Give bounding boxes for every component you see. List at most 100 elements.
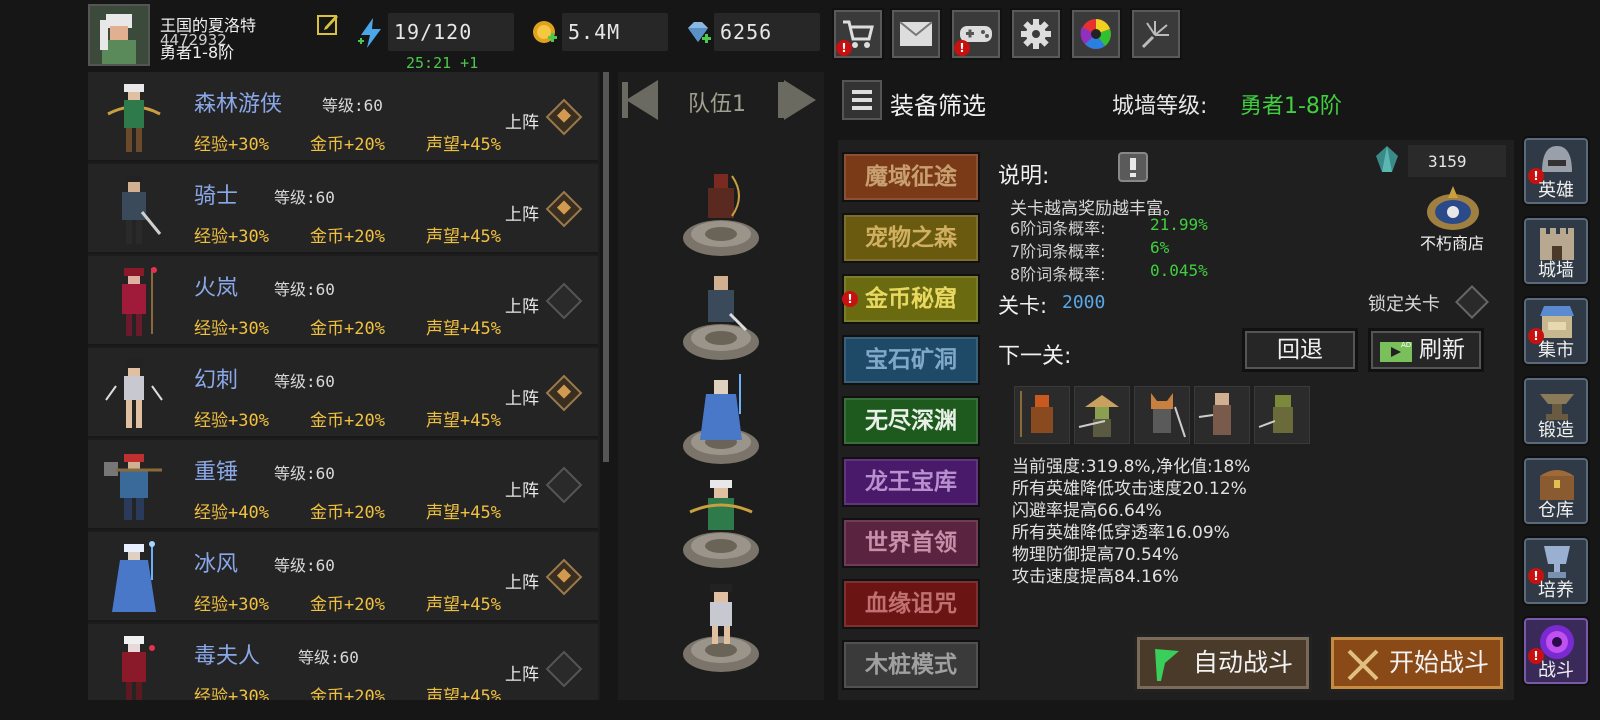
team-slot-1[interactable]: [680, 166, 762, 258]
hero-sprite-knight: [122, 176, 162, 244]
gamepad-button[interactable]: !: [950, 8, 1002, 60]
back-button[interactable]: 回退: [1242, 328, 1358, 372]
sidebar-battle-button[interactable]: ! 战斗: [1522, 616, 1590, 686]
ad-badge-text: AD: [1401, 341, 1411, 349]
mode-button-gold-cave[interactable]: 金币秘窟!: [842, 274, 980, 324]
hero-row[interactable]: 毒夫人 等级:60 经验+30% 金币+20% 声望+45% 上阵: [88, 624, 598, 700]
deploy-label: 上阵: [505, 389, 539, 409]
prob-value: 21.99%: [1150, 215, 1208, 234]
hero-sprite-ranger: [107, 84, 161, 152]
hero-row[interactable]: 骑士 等级:60 经验+30% 金币+20% 声望+45% 上阵: [88, 164, 598, 254]
deploy-toggle[interactable]: [545, 558, 583, 596]
enemy-slot-5[interactable]: [1254, 386, 1310, 444]
mode-button-world-boss[interactable]: 世界首领: [842, 518, 980, 568]
crystal-currency-icon: [1372, 144, 1402, 178]
hero-sprite-ice-wind: [112, 541, 156, 612]
enemy-slot-2[interactable]: [1074, 386, 1130, 444]
sidebar-wall-button[interactable]: 城墙: [1522, 216, 1590, 286]
ad-video-icon: AD: [1380, 341, 1412, 362]
mode-button-endless-abyss[interactable]: 无尽深渊: [842, 396, 980, 446]
deploy-toggle[interactable]: [545, 374, 583, 412]
settings-gear-icon: [1021, 19, 1051, 49]
sidebar-label: 锻造: [1538, 420, 1574, 441]
hero-list-scrollbar[interactable]: [603, 72, 609, 462]
prob-label: 6阶词条概率:: [1010, 219, 1106, 238]
sidebar-forge-button[interactable]: 锻造: [1522, 376, 1590, 446]
immortal-shop-label[interactable]: 不朽商店: [1420, 230, 1484, 254]
hero-sprite-poison-lady: [122, 636, 155, 700]
deploy-toggle[interactable]: [545, 98, 583, 136]
enemy-slot-4[interactable]: [1194, 386, 1250, 444]
edit-name-icon[interactable]: [316, 12, 340, 36]
hero-row[interactable]: 重锤 等级:60 经验+40% 金币+20% 声望+45% 上阵: [88, 440, 598, 530]
team-slot-2[interactable]: [680, 270, 762, 362]
deploy-toggle[interactable]: [545, 190, 583, 228]
deploy-toggle[interactable]: [545, 650, 583, 688]
energy-icon: [358, 18, 384, 52]
hero-level: 等级:60: [274, 556, 335, 575]
hero-row[interactable]: 森林游侠 等级:60 经验+30% 金币+20% 声望+45% 上阵: [88, 72, 598, 162]
hero-gold-bonus: 金币+20%: [310, 411, 385, 431]
mode-button-training-dummy[interactable]: 木桩模式: [842, 640, 980, 690]
hero-exp-bonus: 经验+30%: [194, 687, 269, 700]
immortal-shop-icon[interactable]: [1424, 184, 1482, 236]
stage-label: 关卡:: [998, 294, 1048, 318]
sidebar-heroes-button[interactable]: ! 英雄: [1522, 136, 1590, 206]
mode-button-dragon-vault[interactable]: 龙王宝库: [842, 457, 980, 507]
mode-button-gem-mine[interactable]: 宝石矿洞: [842, 335, 980, 385]
hero-fame-bonus: 声望+45%: [426, 503, 501, 523]
hero-fame-bonus: 声望+45%: [426, 135, 501, 155]
gold-coin-icon: [532, 20, 558, 50]
next-stage-label: 下一关:: [998, 344, 1072, 369]
team-slot-3[interactable]: [680, 374, 762, 466]
filter-label[interactable]: 装备筛选: [890, 86, 986, 121]
hero-level: 等级:60: [322, 96, 383, 115]
team-slot-5[interactable]: [680, 582, 762, 674]
color-theme-button[interactable]: [1070, 8, 1122, 60]
sidebar-label: 仓库: [1538, 500, 1574, 521]
mode-button-demon-road[interactable]: 魔域征途: [842, 152, 980, 202]
hero-level: 等级:60: [274, 464, 335, 483]
deploy-toggle[interactable]: [545, 466, 583, 504]
gold-value: 5.4M: [568, 20, 621, 44]
hero-fame-bonus: 声望+45%: [426, 411, 501, 431]
hero-row[interactable]: 火岚 等级:60 经验+30% 金币+20% 声望+45% 上阵: [88, 256, 598, 346]
deploy-label: 上阵: [505, 665, 539, 685]
sidebar-train-button[interactable]: ! 培养: [1522, 536, 1590, 606]
hero-row[interactable]: 冰风 等级:60 经验+30% 金币+20% 声望+45% 上阵: [88, 532, 598, 622]
hero-name: 骑士: [194, 184, 239, 209]
crystal-count: 3159: [1428, 152, 1467, 171]
flag-icon: [1155, 649, 1179, 681]
hero-list[interactable]: 森林游侠 等级:60 经验+30% 金币+20% 声望+45% 上阵 骑士 等级…: [88, 72, 600, 700]
team-slot-4[interactable]: [680, 478, 762, 570]
hero-exp-bonus: 经验+30%: [194, 411, 269, 431]
mode-button-pet-forest[interactable]: 宠物之森: [842, 213, 980, 263]
enemy-slot-3[interactable]: [1134, 386, 1190, 444]
hero-sprite-fire-mage: [122, 267, 157, 336]
mail-icon: [899, 21, 933, 46]
mode-button-blood-curse[interactable]: 血缘诅咒: [842, 579, 980, 629]
player-avatar[interactable]: [88, 4, 150, 66]
deploy-toggle[interactable]: [545, 282, 583, 320]
deploy-label: 上阵: [505, 205, 539, 225]
auto-battle-button[interactable]: 自动战斗: [1134, 634, 1312, 692]
fireworks-button[interactable]: [1130, 8, 1182, 60]
start-battle-button[interactable]: 开始战斗: [1328, 634, 1506, 692]
sidebar-market-button[interactable]: ! 集市: [1522, 296, 1590, 366]
settings-button[interactable]: [1010, 8, 1062, 60]
gem-icon: [684, 20, 712, 50]
hero-gold-bonus: 金币+20%: [310, 687, 385, 700]
info-icon[interactable]: [1118, 152, 1148, 182]
deploy-label: 上阵: [505, 297, 539, 317]
list-menu-icon: [852, 90, 872, 110]
filter-button[interactable]: [842, 80, 882, 120]
wall-level-value: 勇者1-8阶: [1240, 94, 1342, 119]
enemy-slot-1[interactable]: [1014, 386, 1070, 444]
shop-cart-button[interactable]: !: [832, 8, 884, 60]
team-prev-arrow-icon[interactable]: [618, 76, 666, 128]
mail-button[interactable]: [890, 8, 942, 60]
refresh-button[interactable]: AD 刷新: [1368, 328, 1484, 372]
hero-row[interactable]: 幻刺 等级:60 经验+30% 金币+20% 声望+45% 上阵: [88, 348, 598, 438]
sidebar-storage-button[interactable]: 仓库: [1522, 456, 1590, 526]
team-next-arrow-icon[interactable]: [776, 76, 824, 128]
